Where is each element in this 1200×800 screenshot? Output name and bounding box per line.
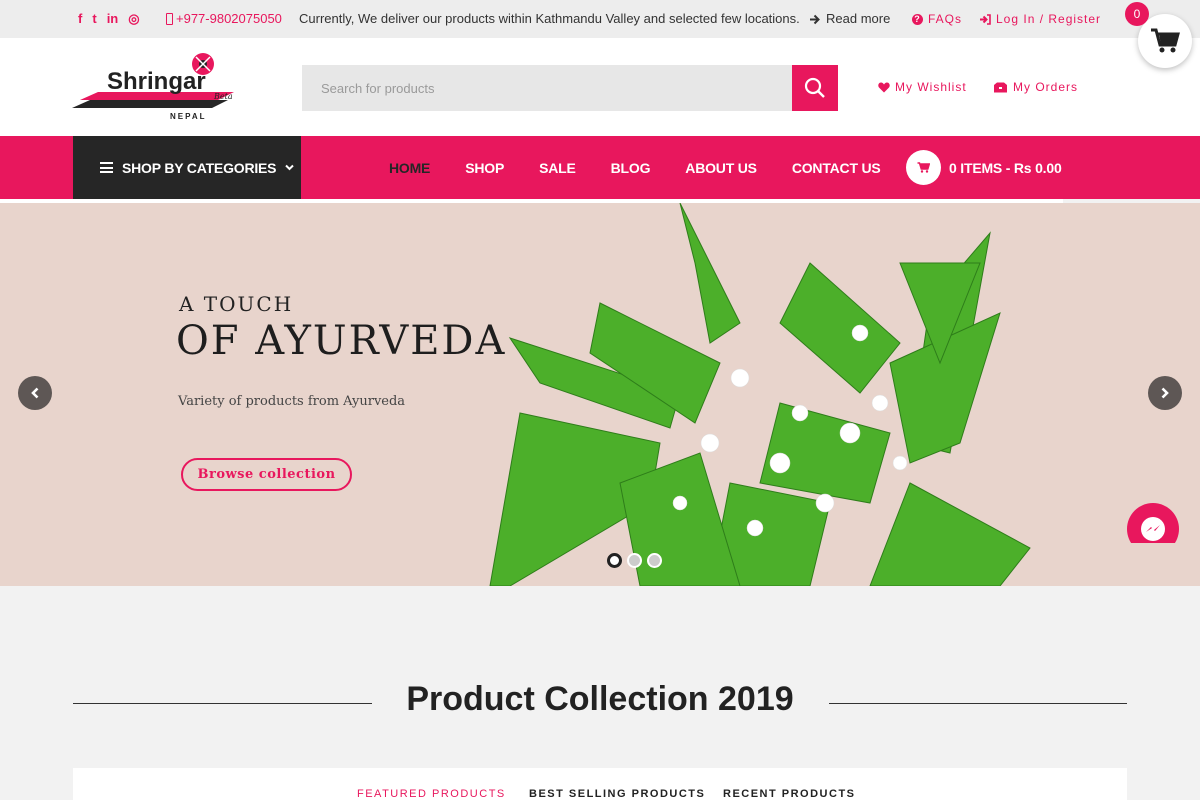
nav-item-blog[interactable]: BLOG — [611, 160, 651, 176]
slider-dot[interactable] — [647, 553, 662, 568]
slider-dot[interactable] — [607, 553, 622, 568]
chevron-down-icon — [285, 164, 295, 171]
nav-item-shop[interactable]: SHOP — [465, 160, 504, 176]
read-more-label: Read more — [826, 11, 891, 26]
slider-prev-button[interactable] — [18, 376, 52, 410]
phone-link[interactable]: +977-9802075050 — [166, 11, 282, 27]
question-circle-icon: ? — [912, 13, 923, 25]
floating-cart-button[interactable] — [1138, 14, 1192, 68]
faqs-link[interactable]: ? FAQs — [912, 11, 962, 27]
menu-icon — [100, 162, 113, 173]
search-bar — [302, 65, 838, 111]
main-nav: SHOP BY CATEGORIES HOME SHOP SALE BLOG A… — [0, 136, 1200, 199]
social-links: f t in ◎ — [78, 11, 140, 27]
read-more-link[interactable]: Read more — [809, 11, 890, 27]
nav-cart-summary[interactable]: 0 ITEMS - Rs 0.00 — [906, 150, 1062, 185]
logo-nepal: NEPAL — [170, 112, 207, 121]
slider-next-button[interactable] — [1148, 376, 1182, 410]
login-register-link[interactable]: Log In / Register — [979, 11, 1101, 27]
nav-menu: HOME SHOP SALE BLOG ABOUT US CONTACT US — [389, 136, 916, 199]
cart-icon — [906, 150, 941, 185]
logo-beta: Beta — [213, 92, 233, 101]
tab-featured-products[interactable]: FEATURED PRODUCTS — [357, 788, 506, 800]
chevron-right-icon — [1161, 387, 1169, 399]
arrow-right-icon — [810, 14, 820, 24]
shringar-logo[interactable]: Shringar Beta NEPAL — [72, 52, 242, 124]
cart-count-badge: 0 — [1125, 2, 1149, 26]
top-bar: f t in ◎ +977-9802075050 Currently, We d… — [0, 0, 1200, 38]
wishlist-label: My Wishlist — [895, 80, 967, 94]
faqs-label: FAQs — [928, 12, 963, 26]
nav-item-home[interactable]: HOME — [389, 160, 430, 176]
section-title: Product Collection 2019 — [406, 680, 794, 718]
tab-best-selling-products[interactable]: BEST SELLING PRODUCTS — [529, 788, 705, 800]
nav-item-about-us[interactable]: ABOUT US — [685, 160, 757, 176]
browse-collection-button[interactable]: Browse collection — [181, 458, 352, 491]
nav-item-sale[interactable]: SALE — [539, 160, 576, 176]
hero-title: OF AYURVEDA — [176, 318, 507, 364]
orders-link[interactable]: My Orders — [993, 80, 1078, 94]
hero-subtitle: A TOUCH — [179, 292, 294, 316]
delivery-notice: Currently, We deliver our products withi… — [299, 11, 800, 26]
mobile-phone-icon — [166, 13, 173, 25]
instagram-icon[interactable]: ◎ — [128, 11, 139, 27]
tab-recent-products[interactable]: RECENT PRODUCTS — [723, 788, 856, 800]
search-input[interactable] — [302, 65, 792, 111]
phone-number: +977-9802075050 — [176, 11, 282, 26]
twitter-icon[interactable]: t — [92, 11, 96, 27]
messenger-icon — [1141, 517, 1165, 541]
orders-box-icon — [994, 82, 1007, 92]
search-icon — [804, 77, 825, 98]
wishlist-link[interactable]: My Wishlist — [878, 80, 967, 94]
nav-item-contact-us[interactable]: CONTACT US — [792, 160, 881, 176]
messenger-chat-button[interactable] — [1127, 503, 1179, 543]
cart-summary-label: 0 ITEMS - Rs 0.00 — [949, 159, 1062, 176]
chevron-left-icon — [31, 387, 39, 399]
search-button[interactable] — [792, 65, 838, 111]
product-tabs: FEATURED PRODUCTS BEST SELLING PRODUCTS … — [73, 768, 1127, 800]
shopping-cart-icon — [1151, 28, 1180, 53]
shop-by-categories-button[interactable]: SHOP BY CATEGORIES — [73, 136, 301, 199]
hero-description: Variety of products from Ayurveda — [178, 394, 406, 409]
facebook-icon[interactable]: f — [78, 11, 82, 27]
orders-label: My Orders — [1013, 80, 1079, 94]
slider-dots — [607, 553, 662, 568]
heart-icon — [878, 82, 890, 92]
linkedin-icon[interactable]: in — [107, 11, 119, 27]
header: Shringar Beta NEPAL My Wishlist My Order… — [0, 38, 1200, 136]
logo-wordmark: Shringar — [107, 68, 206, 95]
hero-slider: A TOUCH OF AYURVEDA Variety of products … — [0, 203, 1200, 586]
sign-in-icon — [980, 13, 991, 25]
login-register-label: Log In / Register — [996, 12, 1102, 26]
slider-dot[interactable] — [627, 553, 642, 568]
neem-leaves-illustration — [489, 203, 1031, 586]
categories-label: SHOP BY CATEGORIES — [122, 159, 277, 176]
